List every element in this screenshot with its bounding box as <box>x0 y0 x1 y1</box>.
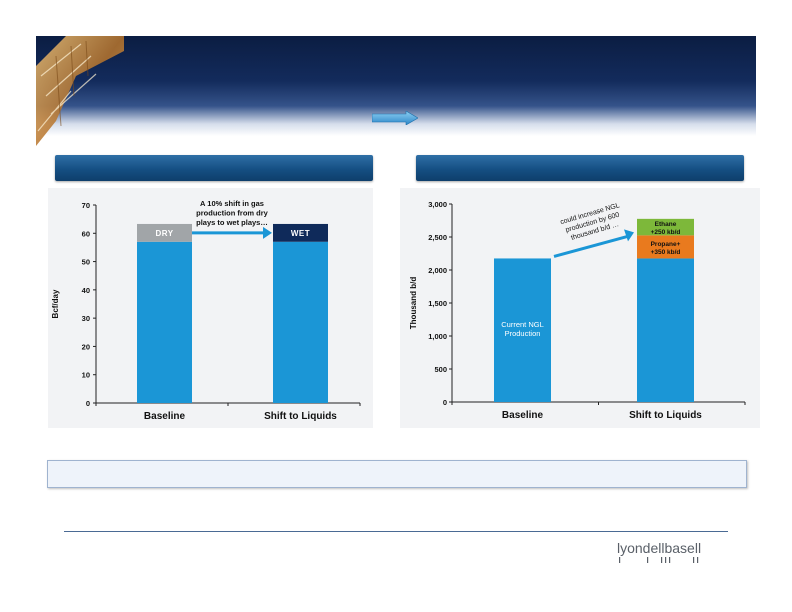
charts-canvas: 0 10 20 30 40 50 60 70 Bcf/day Baseline Shift to L… <box>51 199 746 422</box>
annotation-text-line: plays to wet plays… <box>196 218 268 227</box>
base-bar-label: Current NGLProduction <box>501 320 544 338</box>
propane-segment-label: Propane++350 kb/d <box>651 241 681 256</box>
increase-arrowhead <box>624 229 634 242</box>
y-tick-label: 1,500 <box>428 299 447 308</box>
y-tick-label: 60 <box>82 229 90 238</box>
shift-arrowhead <box>263 226 272 239</box>
propane-segment-label-line: +350 kb/d <box>651 249 681 256</box>
y-tick-label: 70 <box>82 201 90 210</box>
bar-base <box>137 241 192 403</box>
y-tick-label: 2,000 <box>428 266 447 275</box>
y-tick-label: 20 <box>82 342 90 351</box>
company-logo: lyondellbasell <box>617 540 717 570</box>
x-category-label: Shift to Liquids <box>629 410 702 421</box>
propane-segment-label-line: Propane+ <box>651 241 681 248</box>
ethane-segment-label: Ethane+250 kb/d <box>651 221 681 236</box>
bar-base <box>273 241 328 403</box>
base-bar-label-line: Production <box>505 329 541 338</box>
logo-ticks-graphic <box>619 557 699 563</box>
increase-arrow <box>553 234 629 258</box>
x-category-label: Baseline <box>502 410 544 421</box>
y-tick-label: 10 <box>82 371 90 380</box>
x-category-label: Baseline <box>144 411 186 422</box>
y-tick-label: 40 <box>82 286 90 295</box>
ethane-segment-label-line: Ethane <box>655 221 677 228</box>
y-tick-label: 500 <box>434 365 447 374</box>
ethane-segment-label-line: +250 kb/d <box>651 229 681 236</box>
y-tick-label: 0 <box>443 398 447 407</box>
bar-base <box>637 258 694 402</box>
segment-label: WET <box>291 229 310 238</box>
y-tick-label: 30 <box>82 314 90 323</box>
x-category-label: Shift to Liquids <box>264 411 337 422</box>
y-axis-label: Thousand b/d <box>409 277 418 330</box>
y-tick-label: 0 <box>86 399 90 408</box>
y-tick-label: 1,000 <box>428 332 447 341</box>
annotation-text: A 10% shift in gasproduction from drypla… <box>196 199 269 227</box>
footer-divider <box>64 531 728 532</box>
y-tick-label: 50 <box>82 258 90 267</box>
logo-text: lyondellbasell <box>617 540 702 556</box>
y-tick-label: 3,000 <box>428 200 447 209</box>
annotation-text-line: production from dry <box>196 209 268 218</box>
base-bar-label-line: Current NGL <box>501 320 544 329</box>
y-axis-label: Bcf/day <box>51 289 60 318</box>
annotation-text-line: A 10% shift in gas <box>200 199 264 208</box>
summary-box <box>47 460 747 488</box>
y-tick-label: 2,500 <box>428 233 447 242</box>
increase-annotation: could increase NGLproduction by 600thous… <box>560 202 621 242</box>
segment-label: DRY <box>155 229 173 238</box>
